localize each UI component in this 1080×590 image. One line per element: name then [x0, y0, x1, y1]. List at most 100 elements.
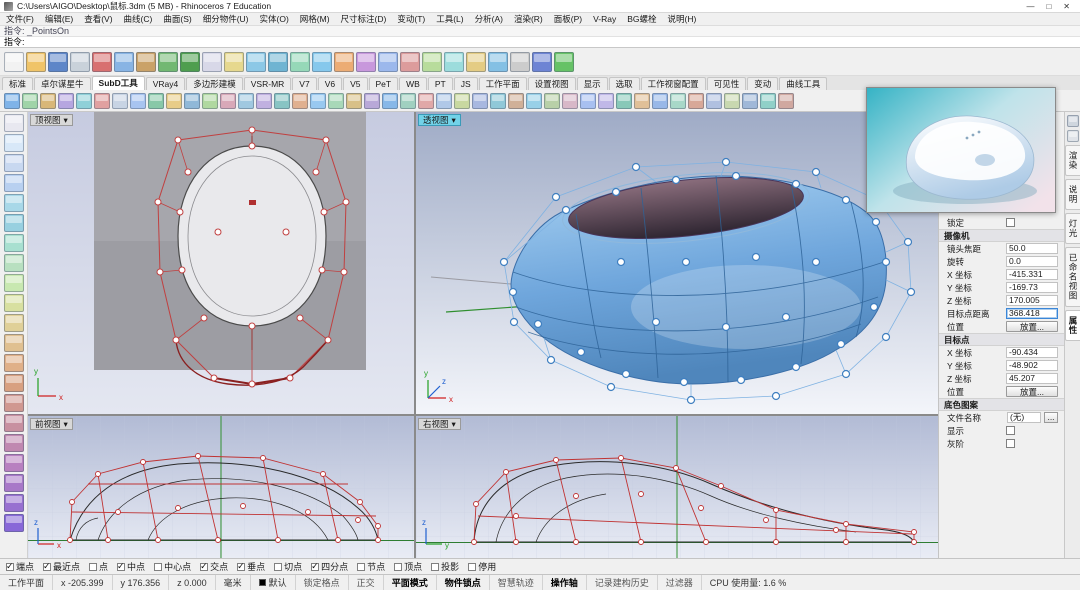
zoom-window-icon[interactable] — [246, 51, 266, 72]
osnap-toggle[interactable]: 中心点 — [154, 560, 191, 573]
osnap-toggle[interactable]: 点 — [89, 560, 108, 573]
explode-tool-icon[interactable] — [778, 92, 794, 109]
panel-options-icon[interactable] — [1066, 115, 1079, 127]
paste-icon[interactable] — [136, 51, 156, 72]
rotate-object-icon[interactable] — [334, 51, 354, 72]
subd-offset-icon[interactable] — [184, 92, 200, 109]
menu-item[interactable]: 查看(V) — [84, 13, 112, 25]
minimize-button[interactable]: — — [1026, 2, 1034, 11]
select-tool-icon[interactable] — [3, 114, 24, 132]
line-tool-icon[interactable] — [3, 154, 24, 172]
toolbar-tab[interactable]: PeT — [368, 77, 399, 90]
prop-value-input[interactable]: -169.73 — [1006, 282, 1058, 293]
toolbar-tab[interactable]: 显示 — [576, 77, 608, 90]
prop-value-input[interactable]: -415.331 — [1006, 269, 1058, 280]
browse-button[interactable]: ... — [1044, 412, 1058, 423]
project-tool-icon[interactable] — [706, 92, 722, 109]
polyline-tool-icon[interactable] — [3, 174, 24, 192]
array-tool-icon[interactable] — [670, 92, 686, 109]
toolbar-tab[interactable]: 标准 — [2, 77, 34, 90]
subd-thicken-icon[interactable] — [202, 92, 218, 109]
redo-icon[interactable] — [180, 51, 200, 72]
gumball-toggle-icon[interactable] — [580, 92, 596, 109]
cylinder-tool-icon[interactable] — [3, 434, 24, 452]
subd-from-mesh-icon[interactable] — [112, 92, 128, 109]
menu-item[interactable]: 网格(M) — [300, 13, 330, 25]
toolbar-tab[interactable]: 工作视窗配置 — [640, 77, 706, 90]
object-snap-icon[interactable] — [510, 51, 530, 72]
select-icon[interactable] — [202, 51, 222, 72]
points-tool-icon[interactable] — [3, 134, 24, 152]
menu-item[interactable]: 工具(L) — [436, 13, 463, 25]
subd-crease-icon[interactable] — [346, 92, 362, 109]
split-icon[interactable] — [422, 51, 442, 72]
osnap-toggle[interactable]: 停用 — [468, 560, 496, 573]
toolbar-tab[interactable]: PT — [427, 77, 453, 90]
osnap-toggle[interactable]: 交点 — [200, 560, 228, 573]
toolbar-tab[interactable]: 可见性 — [706, 77, 747, 90]
ellipse-tool-icon[interactable] — [3, 234, 24, 252]
render-icon[interactable] — [532, 51, 552, 72]
prop-value-input[interactable]: -90.434 — [1006, 347, 1058, 358]
current-layer[interactable]: 默认 — [251, 575, 296, 590]
box-tool-icon[interactable] — [3, 394, 24, 412]
viewport-front-title[interactable]: 前视图 ▾ — [30, 418, 73, 430]
viewport-top-title[interactable]: 顶视图 ▾ — [30, 114, 73, 126]
render-preview-panel[interactable] — [866, 87, 1056, 213]
properties-icon[interactable] — [488, 51, 508, 72]
panel-tab[interactable]: 渲染 — [1065, 145, 1080, 176]
toolbar-tab[interactable]: VSR-MR — [243, 77, 292, 90]
toolbar-tab[interactable]: 卓尔谋星牛 — [34, 77, 91, 90]
toolbar-tab[interactable]: SubD工具 — [91, 76, 145, 90]
menu-item[interactable]: 编辑(E) — [45, 13, 73, 25]
lock-checkbox[interactable] — [1006, 218, 1015, 227]
toolbar-tab[interactable]: V5 — [343, 77, 368, 90]
status-toggle[interactable]: 平面模式 — [384, 575, 437, 590]
prop-value-input[interactable]: 50.0 — [1006, 243, 1058, 254]
prop-value-input[interactable]: 368.418 — [1006, 308, 1058, 319]
viewport-right-title[interactable]: 右视图 ▾ — [418, 418, 461, 430]
subd-reflect-icon[interactable] — [436, 92, 452, 109]
subd-cylinder-icon[interactable] — [58, 92, 74, 109]
rectangle-tool-icon[interactable] — [3, 254, 24, 272]
menu-item[interactable]: V-Ray — [593, 14, 616, 24]
copy-icon[interactable] — [114, 51, 134, 72]
panel-tab[interactable]: 已命名视图 — [1065, 247, 1080, 307]
boolean-tool-icon[interactable] — [3, 454, 24, 472]
subd-plane-icon[interactable] — [40, 92, 56, 109]
menu-item[interactable]: 实体(O) — [260, 13, 289, 25]
arc-tool-icon[interactable] — [3, 214, 24, 232]
layers-icon[interactable] — [466, 51, 486, 72]
subd-sweep-icon[interactable] — [148, 92, 164, 109]
prop-value-input[interactable]: 45.207 — [1006, 373, 1058, 384]
subd-to-mesh-icon[interactable] — [508, 92, 524, 109]
prop-value-input[interactable]: 0.0 — [1006, 256, 1058, 267]
viewport-front[interactable]: 前视图 ▾ x z — [28, 416, 414, 558]
mirror-tool-icon[interactable] — [652, 92, 668, 109]
status-toggle[interactable]: 锁定格点 — [296, 575, 349, 590]
toolbar-tab[interactable]: 选取 — [608, 77, 640, 90]
osnap-toggle[interactable]: 最近点 — [43, 560, 80, 573]
viewport-right[interactable]: 右视图 ▾ y z — [416, 416, 938, 558]
subd-torus-icon[interactable] — [94, 92, 110, 109]
osnap-toggle[interactable]: 投影 — [431, 560, 459, 573]
toolbar-tab[interactable]: JS — [453, 77, 478, 90]
menu-item[interactable]: 变动(T) — [397, 13, 425, 25]
subd-extrude-icon[interactable] — [166, 92, 182, 109]
rotate-view-icon[interactable] — [290, 51, 310, 72]
polygon-tool-icon[interactable] — [3, 274, 24, 292]
surface-tool-icon[interactable] — [3, 314, 24, 332]
status-toggle[interactable]: 过滤器 — [658, 575, 702, 590]
scale-object-icon[interactable] — [356, 51, 376, 72]
subd-merge-faces-icon[interactable] — [274, 92, 290, 109]
fillet-tool-icon[interactable] — [3, 494, 24, 512]
panel-collapse-icon[interactable] — [1066, 130, 1079, 142]
control-points-on-icon[interactable] — [526, 92, 542, 109]
move-icon[interactable] — [312, 51, 332, 72]
status-toggle[interactable]: 记录建构历史 — [587, 575, 658, 590]
toolbar-tab[interactable]: WB — [399, 77, 427, 90]
curve-tool-icon[interactable] — [3, 294, 24, 312]
osnap-toggle[interactable]: 四分点 — [311, 560, 348, 573]
osnap-toggle[interactable]: 切点 — [274, 560, 302, 573]
subd-radiate-icon[interactable] — [454, 92, 470, 109]
